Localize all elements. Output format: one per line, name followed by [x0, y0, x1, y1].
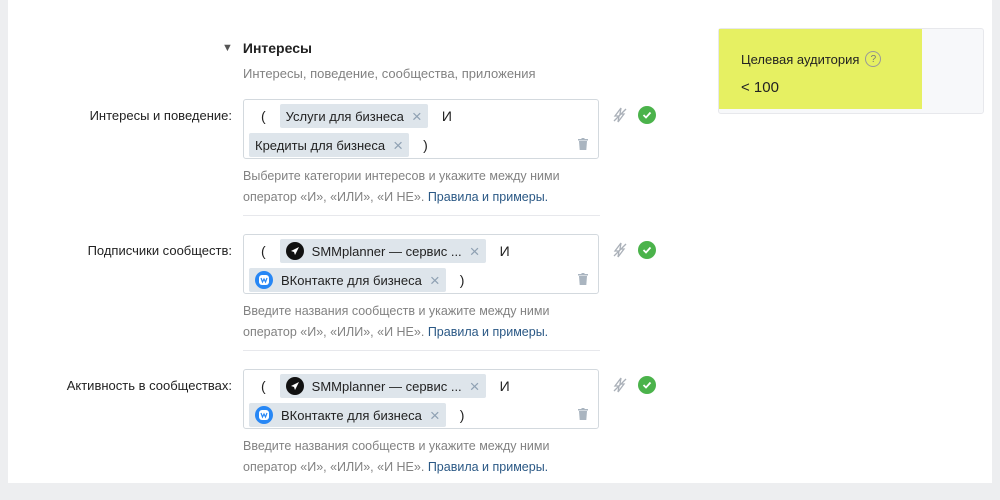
- row-status-icons: [612, 376, 656, 394]
- remove-token-icon[interactable]: ×: [430, 272, 440, 289]
- vk-logo-icon: [255, 406, 273, 424]
- audience-title: Целевая аудитория ?: [741, 51, 882, 67]
- token-label: SMMplanner — сервис ...: [311, 243, 462, 259]
- subscribers-token-input[interactable]: ( SMMplanner — сервис ... × И ВКонтакте …: [243, 234, 599, 294]
- section-title: Интересы: [242, 40, 312, 56]
- open-paren: (: [261, 108, 266, 124]
- remove-token-icon[interactable]: ×: [470, 378, 480, 395]
- no-flash-icon[interactable]: [612, 377, 628, 393]
- rules-link[interactable]: Правила и примеры.: [428, 460, 548, 474]
- section-subtitle: Интересы, поведение, сообщества, приложе…: [243, 66, 536, 81]
- trash-icon[interactable]: [578, 138, 588, 150]
- token-chip[interactable]: Услуги для бизнеса ×: [279, 104, 428, 128]
- check-circle-icon: [638, 376, 656, 394]
- check-circle-icon: [638, 241, 656, 259]
- remove-token-icon[interactable]: ×: [470, 243, 480, 260]
- remove-token-icon[interactable]: ×: [412, 108, 422, 125]
- row-divider: [243, 215, 600, 216]
- smmplanner-logo-icon: [285, 377, 304, 395]
- activity-token-input[interactable]: ( SMMplanner — сервис ... × И ВКонтакте …: [243, 369, 599, 429]
- token-chip[interactable]: ВКонтакте для бизнеса ×: [249, 403, 446, 427]
- operator-label[interactable]: И: [500, 243, 510, 259]
- token-chip[interactable]: SMMplanner — сервис ... ×: [279, 239, 486, 263]
- token-label: ВКонтакте для бизнеса: [281, 272, 422, 288]
- row-hint: Введите названия сообществ и укажите меж…: [243, 436, 603, 478]
- rules-link[interactable]: Правила и примеры.: [428, 190, 548, 204]
- row-status-icons: [612, 241, 656, 259]
- row-hint: Введите названия сообществ и укажите меж…: [243, 301, 603, 343]
- rules-link[interactable]: Правила и примеры.: [428, 325, 548, 339]
- no-flash-icon[interactable]: [612, 107, 628, 123]
- interests-section-header[interactable]: ▼ Интересы: [222, 40, 312, 56]
- audience-highlight: [719, 29, 922, 109]
- operator-label[interactable]: И: [500, 378, 510, 394]
- trash-icon[interactable]: [578, 273, 588, 285]
- token-chip[interactable]: ВКонтакте для бизнеса ×: [249, 268, 446, 292]
- target-audience-card: Целевая аудитория ? < 100: [718, 28, 984, 114]
- help-icon[interactable]: ?: [865, 51, 882, 67]
- close-paren: ): [459, 272, 465, 288]
- row-label-activity: Активность в сообществах:: [66, 378, 232, 393]
- interests-token-input[interactable]: ( Услуги для бизнеса × И Кредиты для биз…: [243, 99, 599, 159]
- token-label: SMMplanner — сервис ...: [311, 378, 462, 394]
- audience-value: < 100: [741, 79, 779, 96]
- check-circle-icon: [638, 106, 656, 124]
- row-divider: [243, 350, 600, 351]
- no-flash-icon[interactable]: [612, 242, 628, 258]
- token-label: Кредиты для бизнеса: [255, 137, 386, 153]
- open-paren: (: [261, 243, 266, 259]
- collapse-caret-icon[interactable]: ▼: [222, 42, 233, 54]
- token-chip[interactable]: Кредиты для бизнеса ×: [249, 133, 410, 157]
- smmplanner-logo-icon: [285, 242, 304, 260]
- open-paren: (: [261, 378, 266, 394]
- close-paren: ): [423, 137, 428, 153]
- row-hint: Выберите категории интересов и укажите м…: [243, 166, 603, 208]
- token-chip[interactable]: SMMplanner — сервис ... ×: [279, 374, 486, 398]
- row-label-subscribers: Подписчики сообществ:: [87, 243, 232, 258]
- audience-title-text: Целевая аудитория: [741, 51, 860, 67]
- remove-token-icon[interactable]: ×: [430, 407, 440, 424]
- token-label: ВКонтакте для бизнеса: [281, 407, 422, 423]
- close-paren: ): [459, 407, 465, 423]
- token-label: Услуги для бизнеса: [285, 108, 404, 124]
- remove-token-icon[interactable]: ×: [393, 137, 403, 154]
- vk-logo-icon: [255, 271, 273, 289]
- trash-icon[interactable]: [578, 408, 588, 420]
- operator-label[interactable]: И: [442, 108, 452, 124]
- row-label-interests: Интересы и поведение:: [89, 108, 232, 123]
- row-status-icons: [612, 106, 656, 124]
